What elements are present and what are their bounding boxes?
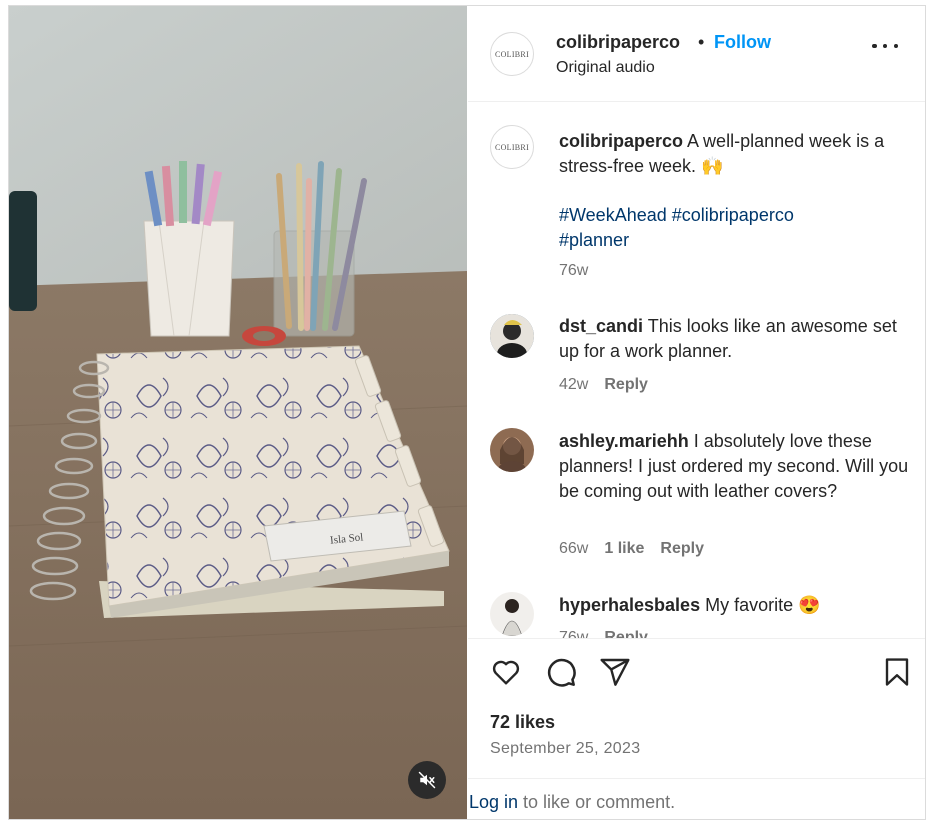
caption-avatar[interactable]: COLIBRI xyxy=(490,125,534,169)
avatar[interactable] xyxy=(490,592,534,636)
comment-time[interactable]: 66w xyxy=(559,540,588,558)
login-link[interactable]: Log in xyxy=(469,792,518,812)
comments-list[interactable]: COLIBRI colibripaperco A well-planned we… xyxy=(468,103,925,638)
reply-button[interactable]: Reply xyxy=(604,376,648,394)
more-icon-dot xyxy=(882,43,888,49)
audio-label-link[interactable]: Original audio xyxy=(556,59,655,77)
comment-username-link[interactable]: ashley.mariehh xyxy=(559,431,689,451)
avatar[interactable] xyxy=(490,314,534,358)
comment-button[interactable] xyxy=(545,656,577,693)
share-button[interactable] xyxy=(599,656,631,693)
mute-button[interactable] xyxy=(408,761,446,799)
caption-time[interactable]: 76w xyxy=(559,262,588,280)
avatar[interactable] xyxy=(490,428,534,472)
more-icon-dot xyxy=(872,43,877,49)
post-dialog: Isla Sol COLIBRI colibripaperco • Follow… xyxy=(8,5,926,820)
post-actions xyxy=(468,638,925,780)
author-username-link[interactable]: colibripaperco xyxy=(556,32,680,53)
avatar-photo xyxy=(490,428,534,472)
comment-icon xyxy=(547,658,576,687)
likes-count[interactable]: 72 likes xyxy=(490,712,555,733)
hashtag-link[interactable]: #colibripaperco xyxy=(672,205,794,225)
author-avatar[interactable]: COLIBRI xyxy=(490,32,534,76)
comment-likes[interactable]: 1 like xyxy=(604,540,644,558)
header-separator: • xyxy=(698,32,705,52)
comment-username-link[interactable]: dst_candi xyxy=(559,316,643,336)
post-date[interactable]: September 25, 2023 xyxy=(490,740,640,758)
bookmark-icon xyxy=(885,658,909,686)
save-button[interactable] xyxy=(882,656,912,693)
comment-username-link[interactable]: hyperhalesbales xyxy=(559,595,700,615)
login-prompt-text: to like or comment. xyxy=(518,792,676,812)
comment-meta: 76w Reply xyxy=(559,629,648,638)
post-media-video[interactable]: Isla Sol xyxy=(9,6,467,819)
avatar-photo xyxy=(490,592,534,636)
post-header: COLIBRI colibripaperco • Follow Original… xyxy=(468,6,925,102)
hashtag-link[interactable]: #WeekAhead xyxy=(559,205,667,225)
post-side-panel: COLIBRI colibripaperco • Follow Original… xyxy=(468,6,925,819)
comment-text: dst_candi This looks like an awesome set… xyxy=(559,314,909,364)
more-icon-dot xyxy=(893,43,898,49)
hashtag-link[interactable]: #planner xyxy=(559,230,629,250)
comment-text: ashley.mariehh I absolutely love these p… xyxy=(559,429,909,504)
avatar-logo-text: COLIBRI xyxy=(494,142,530,152)
reply-button[interactable]: Reply xyxy=(660,540,704,558)
heart-icon xyxy=(492,660,520,685)
share-icon xyxy=(600,658,630,686)
caption-meta: 76w xyxy=(559,262,588,280)
comment-body: My favorite 😍 xyxy=(705,595,821,615)
follow-button[interactable]: Follow xyxy=(714,32,771,53)
comment-meta: 42w Reply xyxy=(559,376,648,394)
like-button[interactable] xyxy=(490,656,522,693)
avatar-photo xyxy=(490,314,534,358)
comment-text: hyperhalesbales My favorite 😍 xyxy=(559,593,909,618)
caption-username-link[interactable]: colibripaperco xyxy=(559,131,683,151)
comment-time[interactable]: 42w xyxy=(559,376,588,394)
reply-button[interactable]: Reply xyxy=(604,629,648,638)
login-prompt: Log in to like or comment. xyxy=(468,778,925,819)
comment-time[interactable]: 76w xyxy=(559,629,588,638)
caption-hashtags: #WeekAhead #colibripaperco #planner xyxy=(559,203,909,253)
more-options-button[interactable] xyxy=(872,40,898,52)
comment-meta: 66w 1 like Reply xyxy=(559,540,704,558)
video-frame: Isla Sol xyxy=(9,6,467,819)
caption-text: colibripaperco A well-planned week is a … xyxy=(559,129,909,179)
avatar-logo-text: COLIBRI xyxy=(494,49,530,59)
mute-icon xyxy=(418,771,436,789)
